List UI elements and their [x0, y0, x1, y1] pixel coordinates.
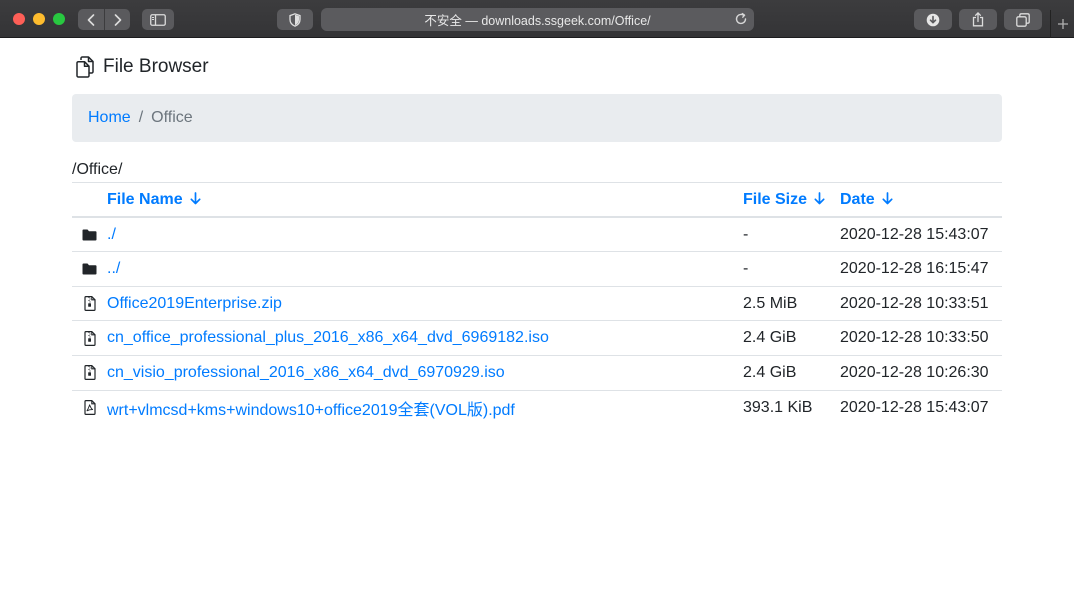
sort-by-name-link[interactable]: File Name — [107, 191, 201, 208]
arrow-down-icon — [814, 191, 825, 204]
file-size: - — [743, 259, 749, 277]
back-button[interactable] — [78, 9, 104, 30]
url-text: 不安全 — downloads.ssgeek.com/Office/ — [424, 14, 651, 28]
file-date: 2020-12-28 15:43:07 — [840, 398, 989, 416]
privacy-report-button[interactable] — [277, 9, 313, 30]
reload-button[interactable] — [734, 12, 748, 29]
icon-column-header — [72, 183, 107, 218]
folder-icon — [82, 263, 97, 275]
breadcrumb-current: Office — [151, 109, 193, 126]
sort-by-date-link[interactable]: Date — [840, 191, 893, 208]
archive-file-icon — [83, 330, 96, 346]
reload-icon — [735, 12, 747, 25]
size-column-label: File Size — [743, 190, 808, 208]
arrow-down-icon — [190, 191, 201, 204]
sidebar-icon — [150, 13, 166, 26]
share-icon — [972, 12, 984, 27]
file-size: - — [743, 225, 749, 243]
zoom-window-button[interactable] — [53, 13, 65, 25]
current-path: /Office/ — [72, 161, 123, 178]
table-row: ../ - 2020-12-28 16:15:47 — [72, 251, 1002, 287]
date-column-label: Date — [840, 190, 875, 208]
new-tab-button[interactable] — [1050, 10, 1074, 38]
file-size: 2.4 GiB — [743, 329, 797, 347]
share-button[interactable] — [959, 9, 997, 30]
file-link[interactable]: wrt+vlmcsd+kms+windows10+office2019全套(VO… — [107, 402, 515, 419]
file-table: File Name File Size Date ./ - 2020-12-28… — [72, 182, 1002, 425]
name-column-header: File Name — [107, 183, 743, 218]
table-row: ./ - 2020-12-28 15:43:07 — [72, 217, 1002, 252]
folder-icon — [82, 229, 97, 241]
table-row: wrt+vlmcsd+kms+windows10+office2019全套(VO… — [72, 390, 1002, 425]
sort-by-size-link[interactable]: File Size — [743, 191, 825, 208]
arrow-down-icon — [882, 191, 893, 204]
archive-file-icon — [83, 365, 96, 381]
table-header-row: File Name File Size Date — [72, 182, 1002, 218]
site-title: File Browser — [103, 56, 209, 77]
pdf-file-icon — [83, 400, 96, 416]
site-header: File Browser — [74, 55, 209, 79]
close-window-button[interactable] — [13, 13, 25, 25]
sidebar-toggle-button[interactable] — [142, 9, 174, 30]
chevron-left-icon — [87, 13, 95, 26]
table-row: cn_visio_professional_2016_x86_x64_dvd_6… — [72, 355, 1002, 390]
tab-overview-button[interactable] — [1004, 9, 1042, 30]
breadcrumb-separator: / — [138, 109, 144, 126]
plus-icon — [1057, 19, 1068, 29]
file-date: 2020-12-28 10:26:30 — [840, 363, 989, 381]
file-size: 393.1 KiB — [743, 398, 813, 416]
file-date: 2020-12-28 16:15:47 — [840, 259, 989, 277]
chevron-right-icon — [114, 13, 121, 26]
download-icon — [926, 13, 940, 26]
file-date: 2020-12-28 10:33:50 — [840, 329, 989, 347]
address-bar[interactable]: 不安全 — downloads.ssgeek.com/Office/ — [321, 8, 754, 31]
breadcrumb: Home / Office — [72, 94, 1002, 142]
shield-icon — [289, 12, 301, 27]
minimize-window-button[interactable] — [33, 13, 45, 25]
downloads-button[interactable] — [914, 9, 952, 30]
file-size: 2.4 GiB — [743, 363, 797, 381]
browser-titlebar: 不安全 — downloads.ssgeek.com/Office/ — [0, 0, 1074, 38]
file-date: 2020-12-28 10:33:51 — [840, 294, 989, 312]
file-link[interactable]: cn_office_professional_plus_2016_x86_x64… — [107, 329, 549, 346]
file-size: 2.5 MiB — [743, 294, 798, 312]
breadcrumb-home-link[interactable]: Home — [88, 109, 131, 127]
file-link[interactable]: ../ — [107, 260, 120, 277]
history-nav — [78, 9, 130, 30]
table-row: Office2019Enterprise.zip 2.5 MiB 2020-12… — [72, 286, 1002, 321]
table-row: cn_office_professional_plus_2016_x86_x64… — [72, 320, 1002, 356]
date-column-header: Date — [840, 183, 1002, 218]
tabs-icon — [1016, 12, 1030, 27]
size-column-header: File Size — [743, 183, 840, 218]
file-link[interactable]: cn_visio_professional_2016_x86_x64_dvd_6… — [107, 364, 505, 381]
file-link[interactable]: ./ — [107, 226, 116, 243]
forward-button[interactable] — [104, 9, 130, 30]
name-column-label: File Name — [107, 190, 183, 208]
copy-files-icon — [76, 56, 94, 78]
file-date: 2020-12-28 15:43:07 — [840, 225, 989, 243]
archive-file-icon — [83, 296, 96, 312]
file-link[interactable]: Office2019Enterprise.zip — [107, 295, 282, 312]
